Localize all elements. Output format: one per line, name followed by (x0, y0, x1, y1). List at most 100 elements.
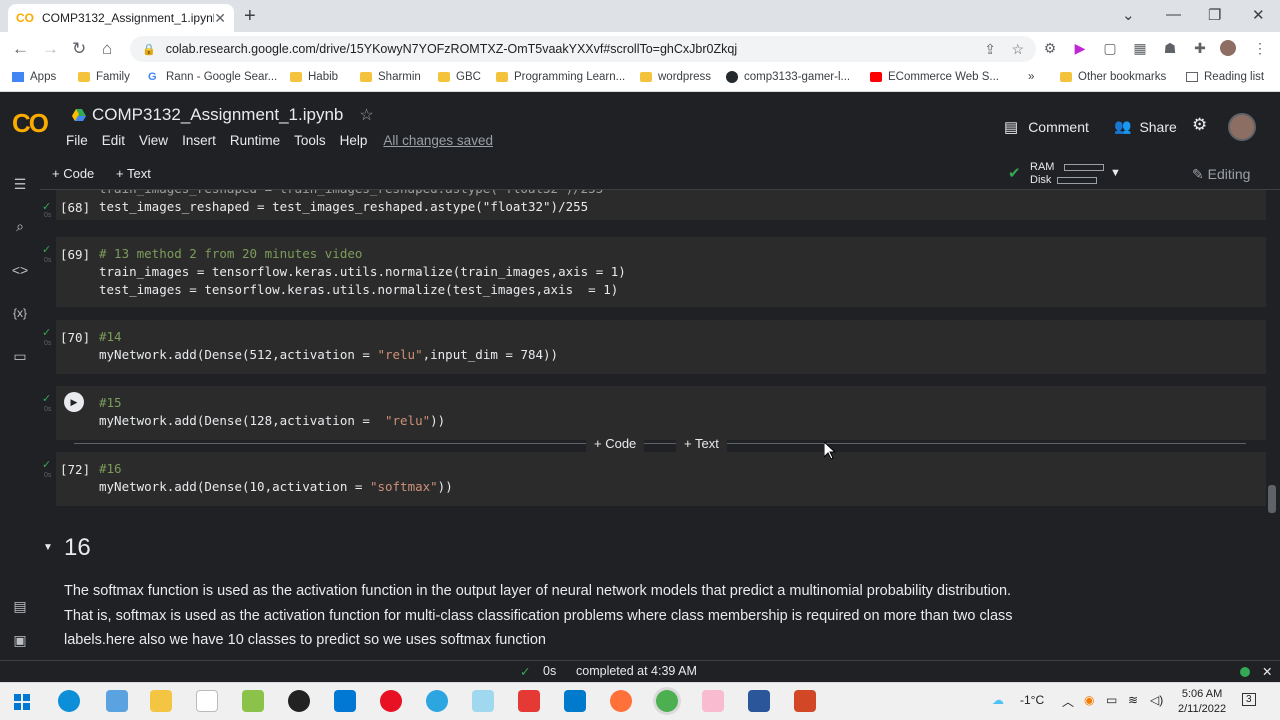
close-tab-icon[interactable]: ✕ (214, 10, 226, 27)
snipping-icon[interactable] (702, 690, 724, 712)
bookmark-reading-list[interactable]: Reading list (1186, 71, 1264, 83)
reload-icon[interactable]: ↻ (72, 39, 86, 59)
account-avatar[interactable] (1228, 113, 1256, 141)
notebook-title[interactable]: COMP3132_Assignment_1.ipynb ☆ (72, 105, 374, 125)
menu-view[interactable]: View (139, 133, 168, 148)
telegram-icon[interactable] (426, 690, 448, 712)
bookmark-github[interactable]: comp3133-gamer-l... (726, 71, 850, 83)
code-cell-70[interactable]: ✓ 0s [70] #14 myNetwork.add(Dense(512,ac… (42, 320, 1266, 374)
tray-app-icon[interactable]: ◉ (1084, 693, 1094, 707)
command-palette-icon[interactable]: ▤ (10, 598, 30, 615)
extension-robot-icon[interactable]: ☗ (1162, 40, 1178, 56)
tab-search-icon[interactable]: ⌄ (1122, 6, 1135, 24)
forward-icon[interactable]: → (42, 39, 59, 59)
variables-icon[interactable]: {x} (10, 306, 30, 320)
search-icon[interactable]: ⌕ (10, 218, 30, 235)
chrome-menu-icon[interactable]: ⋮ (1252, 40, 1268, 56)
add-code-button[interactable]: + Code (52, 166, 94, 181)
menu-help[interactable]: Help (340, 133, 368, 148)
opera-icon[interactable] (380, 690, 402, 712)
bookmark-star-icon[interactable]: ☆ (1011, 41, 1024, 58)
close-window-icon[interactable]: ✕ (1252, 6, 1265, 24)
run-cell-icon[interactable]: ▶ (64, 392, 84, 412)
settings-gear-icon[interactable]: ⚙ (1192, 115, 1207, 135)
notepad-plus-icon[interactable] (242, 690, 264, 712)
edge-icon[interactable] (58, 690, 80, 712)
close-status-icon[interactable]: ✕ (1262, 664, 1272, 679)
battery-icon[interactable]: ▭ (1106, 693, 1117, 707)
tray-expand-icon[interactable]: ︿ (1062, 693, 1074, 710)
chrome-icon[interactable] (656, 690, 678, 712)
code-cell-68[interactable]: ✓ 0s [68] train_images_reshaped = train_… (42, 190, 1266, 220)
code-cell-69[interactable]: ✓ 0s [69] # 13 method 2 from 20 minutes … (42, 237, 1266, 307)
app-icon[interactable] (106, 690, 128, 712)
share-button[interactable]: 👥 Share (1114, 118, 1177, 135)
vscode-icon[interactable] (564, 690, 586, 712)
extension-grid-icon[interactable]: ▦ (1132, 40, 1148, 56)
files-folder-icon[interactable]: ▭ (10, 348, 30, 365)
collapse-section-icon[interactable]: ▼ (43, 542, 53, 553)
resources-indicator[interactable]: RAM Disk (1030, 161, 1105, 187)
bookmark-sharmin[interactable]: Sharmin (360, 71, 421, 83)
github-desktop-icon[interactable] (288, 690, 310, 712)
git-icon[interactable] (518, 690, 540, 712)
browser-tab[interactable]: CO COMP3132_Assignment_1.ipynb ✕ (8, 4, 234, 32)
code-cell-72[interactable]: ✓ 0s [72] #16 myNetwork.add(Dense(10,act… (42, 452, 1266, 506)
bookmark-programming[interactable]: Programming Learn... (496, 71, 625, 83)
volume-icon[interactable]: ◁) (1150, 693, 1163, 707)
editing-mode[interactable]: ✎ Editing (1192, 166, 1250, 183)
menu-tools[interactable]: Tools (294, 133, 326, 148)
extension-play-icon[interactable]: ▶ (1072, 40, 1088, 56)
table-of-contents-icon[interactable]: ☰ (10, 176, 30, 193)
address-bar[interactable]: 🔒 colab.research.google.com/drive/15YKow… (130, 36, 1036, 62)
minimize-icon[interactable]: — (1166, 6, 1181, 23)
star-icon[interactable]: ☆ (359, 105, 373, 125)
restore-icon[interactable]: ❐ (1208, 6, 1221, 24)
comment-button[interactable]: ▤ Comment (1004, 118, 1089, 136)
extensions-puzzle-icon[interactable]: ✚ (1192, 40, 1208, 56)
bookmark-other[interactable]: Other bookmarks (1060, 71, 1166, 83)
bookmark-ecommerce[interactable]: ECommerce Web S... (870, 71, 999, 83)
windows-start-icon[interactable] (14, 694, 30, 710)
menu-file[interactable]: File (66, 133, 88, 148)
app-icon[interactable] (472, 690, 494, 712)
weather-icon[interactable]: ☁ (992, 693, 1004, 707)
insert-code-button[interactable]: + Code (586, 434, 645, 454)
code-snippets-icon[interactable]: <> (10, 262, 30, 278)
extension-blank-icon[interactable]: ▢ (1102, 40, 1118, 56)
temperature[interactable]: -1°C (1020, 693, 1044, 707)
bookmark-habib[interactable]: Habib (290, 71, 338, 83)
scrollbar-thumb[interactable] (1268, 485, 1276, 513)
file-explorer-icon[interactable] (150, 690, 172, 712)
menu-edit[interactable]: Edit (102, 133, 125, 148)
extension-gear-icon[interactable]: ⚙ (1042, 40, 1058, 56)
save-status[interactable]: All changes saved (383, 133, 493, 148)
new-tab-icon[interactable]: + (244, 5, 256, 28)
bookmark-family[interactable]: Family (78, 71, 130, 83)
bookmark-wordpress[interactable]: wordpress (640, 71, 711, 83)
profile-avatar[interactable] (1220, 40, 1236, 56)
home-icon[interactable]: ⌂ (102, 39, 112, 59)
terminal-icon[interactable]: ▣ (10, 632, 30, 649)
bookmark-google-search[interactable]: G Rann - Google Sear... (148, 71, 277, 83)
resources-dropdown-icon[interactable]: ▼ (1110, 167, 1121, 179)
wifi-icon[interactable]: ≋ (1128, 693, 1138, 707)
notepad-icon[interactable] (196, 690, 218, 712)
mail-icon[interactable] (334, 690, 356, 712)
firefox-icon[interactable] (610, 690, 632, 712)
insert-text-button[interactable]: + Text (676, 434, 727, 454)
back-icon[interactable]: ← (12, 39, 29, 59)
word-icon[interactable] (748, 690, 770, 712)
system-clock[interactable]: 5:06 AM 2/11/2022 (1178, 687, 1226, 717)
colab-logo[interactable]: CO (12, 108, 49, 139)
add-text-button[interactable]: + Text (116, 166, 151, 181)
bookmarks-overflow[interactable]: » (1028, 71, 1034, 83)
powerpoint-icon[interactable] (794, 690, 816, 712)
menu-runtime[interactable]: Runtime (230, 133, 280, 148)
notification-icon[interactable]: 3 (1242, 693, 1256, 706)
share-page-icon[interactable]: ⇪ (984, 41, 996, 58)
bookmark-apps[interactable]: Apps (12, 71, 56, 83)
code-cell-focused[interactable]: ✓ 0s ▶ #15 myNetwork.add(Dense(128,activ… (42, 386, 1266, 440)
menu-insert[interactable]: Insert (182, 133, 216, 148)
bookmark-gbc[interactable]: GBC (438, 71, 481, 83)
